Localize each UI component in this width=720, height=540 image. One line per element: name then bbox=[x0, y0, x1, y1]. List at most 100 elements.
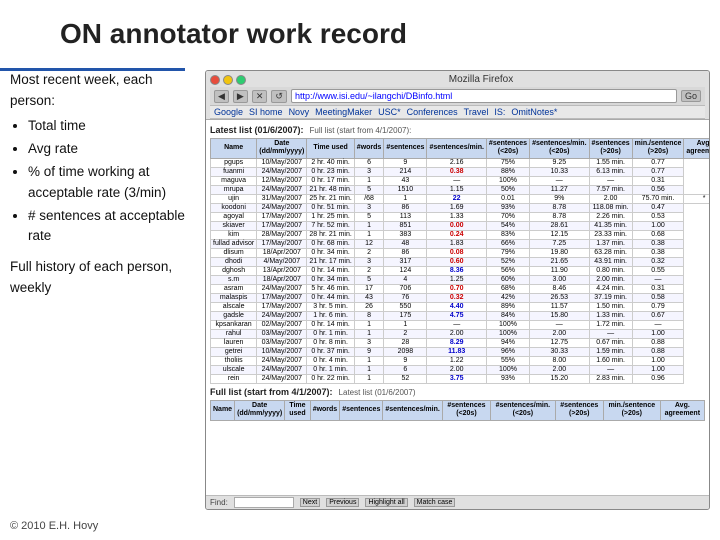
table-cell: 3.75 bbox=[427, 374, 486, 383]
table-cell: 2.00 bbox=[427, 329, 486, 338]
table-cell: 100% bbox=[486, 329, 529, 338]
table-cell: 15.80 bbox=[530, 311, 589, 320]
bookmark-meeting[interactable]: MeetingMaker bbox=[315, 107, 372, 117]
nav-back-btn[interactable]: ◀ bbox=[214, 90, 229, 103]
table-cell: 93% bbox=[486, 203, 529, 212]
table-cell: 0 hr. 1 min. bbox=[307, 365, 354, 374]
table-cell: 1510 bbox=[384, 185, 427, 194]
table-cell: 24/May/2007 bbox=[257, 284, 307, 293]
table-cell: 1.33 bbox=[427, 212, 486, 221]
table-cell: skiaver bbox=[211, 221, 257, 230]
table-cell: 3 bbox=[354, 203, 384, 212]
bookmark-conf[interactable]: Conferences bbox=[407, 107, 458, 117]
table-cell: 0.96 bbox=[632, 374, 684, 383]
nav-stop-btn[interactable]: ✕ bbox=[252, 90, 268, 103]
table-cell: 100% bbox=[486, 320, 529, 329]
bookmark-omnotes[interactable]: OmitNotes* bbox=[511, 107, 557, 117]
table-cell: 24/May/2007 bbox=[257, 203, 307, 212]
table-cell: 2.00 bbox=[427, 365, 486, 374]
table-cell: 0 hr. 34 min. bbox=[307, 275, 354, 284]
table-row: pgups10/May/20072 hr. 40 min.692.1675%9.… bbox=[211, 158, 710, 167]
win-max-btn[interactable] bbox=[236, 75, 246, 85]
highlight-all-btn[interactable]: Highlight all bbox=[365, 498, 407, 507]
table-row: malaspis17/May/20070 hr. 44 min.43760.32… bbox=[211, 293, 710, 302]
table-cell: 2.00 min. bbox=[589, 275, 632, 284]
table-cell: 10/May/2007 bbox=[257, 347, 307, 356]
nav-reload-btn[interactable]: ↺ bbox=[271, 90, 287, 103]
table-cell: ujin bbox=[211, 194, 257, 203]
table-cell: 1.59 min. bbox=[589, 347, 632, 356]
col-words: #words bbox=[354, 139, 384, 159]
table-cell: 93% bbox=[486, 374, 529, 383]
table-cell: 7.25 bbox=[530, 239, 589, 248]
col-minsent: min./sentence (>20s) bbox=[632, 139, 684, 159]
table-cell: 9 bbox=[354, 347, 384, 356]
table-cell: 1 bbox=[354, 329, 384, 338]
table-cell: 9% bbox=[530, 194, 589, 203]
col-minsent2: min./sentence (>20s) bbox=[603, 400, 660, 420]
bookmark-novy[interactable]: Novy bbox=[289, 107, 310, 117]
table-cell: 30.33 bbox=[530, 347, 589, 356]
table-cell: 1 bbox=[354, 320, 384, 329]
table-cell: 5 bbox=[354, 275, 384, 284]
nav-fwd-btn[interactable]: ▶ bbox=[233, 90, 248, 103]
bookmark-si[interactable]: SI home bbox=[249, 107, 283, 117]
win-close-btn[interactable] bbox=[210, 75, 220, 85]
table-cell: 17/May/2007 bbox=[257, 212, 307, 221]
table-cell: 0.80 min. bbox=[589, 266, 632, 275]
find-next-btn[interactable]: Next bbox=[300, 498, 320, 507]
bookmark-usc[interactable]: USC* bbox=[378, 107, 401, 117]
table-cell: — bbox=[530, 320, 589, 329]
table-cell: 214 bbox=[384, 167, 427, 176]
table-cell: 1 bbox=[354, 176, 384, 185]
table-cell: 8.78 bbox=[530, 203, 589, 212]
table-cell: malaspis bbox=[211, 293, 257, 302]
col-sentsgt20s: #sentences (>20s) bbox=[589, 139, 632, 159]
table-cell: /68 bbox=[354, 194, 384, 203]
table-cell: 89% bbox=[486, 302, 529, 311]
match-case-btn[interactable]: Match case bbox=[414, 498, 456, 507]
data-table-footer: Name Date(dd/mm/yyyy) Time used #words #… bbox=[210, 400, 705, 421]
table-row: dlisum18/Apr/20070 hr. 34 min.2860.0879%… bbox=[211, 248, 710, 257]
go-btn[interactable]: Go bbox=[681, 90, 701, 102]
table-cell: 1.55 min. bbox=[589, 158, 632, 167]
table-cell: 4 bbox=[384, 275, 427, 284]
table-cell: 1.00 bbox=[632, 329, 684, 338]
table-cell: 9.25 bbox=[530, 158, 589, 167]
table-cell: 1 bbox=[354, 356, 384, 365]
table-cell: 10/May/2007 bbox=[257, 158, 307, 167]
table-row: alscale17/May/20073 hr. 5 min.265504.408… bbox=[211, 302, 710, 311]
table-cell: 1 bbox=[384, 320, 427, 329]
table-cell: 0.08 bbox=[427, 248, 486, 257]
table-cell: 1.22 bbox=[427, 356, 486, 365]
table-cell: 11.83 bbox=[427, 347, 486, 356]
win-min-btn[interactable] bbox=[223, 75, 233, 85]
find-input[interactable] bbox=[234, 497, 294, 508]
address-bar[interactable] bbox=[291, 89, 677, 103]
table-cell: 1.25 bbox=[427, 275, 486, 284]
table-cell: 2.26 min. bbox=[589, 212, 632, 221]
table-cell: tholiis bbox=[211, 356, 257, 365]
table-cell: 1.00 bbox=[632, 365, 684, 374]
table-cell: 2.00 bbox=[589, 194, 632, 203]
table-cell: 55% bbox=[486, 356, 529, 365]
table-cell: 5 bbox=[354, 185, 384, 194]
table-cell: 24/May/2007 bbox=[257, 374, 307, 383]
table-cell: s.m bbox=[211, 275, 257, 284]
bookmark-travel[interactable]: Travel bbox=[464, 107, 489, 117]
table-cell: 0.79 bbox=[632, 302, 684, 311]
table-cell: 0.88 bbox=[632, 347, 684, 356]
bookmark-google[interactable]: Google bbox=[214, 107, 243, 117]
table-cell: 13/Apr/2007 bbox=[257, 266, 307, 275]
table-row: rein24/May/20070 hr. 22 min.1523.7593%15… bbox=[211, 374, 710, 383]
table-cell: 317 bbox=[384, 257, 427, 266]
col-sentsmin20s2: #sentences/min. (<20s) bbox=[491, 400, 556, 420]
table-cell: 6 bbox=[354, 158, 384, 167]
browser-toolbar: ◀ ▶ ✕ ↺ Go bbox=[210, 87, 705, 106]
table-cell: dhodi bbox=[211, 257, 257, 266]
bookmark-is[interactable]: IS: bbox=[494, 107, 505, 117]
table-cell: 94% bbox=[486, 338, 529, 347]
table-cell: 0.00 bbox=[427, 221, 486, 230]
find-prev-btn[interactable]: Previous bbox=[326, 498, 359, 507]
table-cell: dlisum bbox=[211, 248, 257, 257]
